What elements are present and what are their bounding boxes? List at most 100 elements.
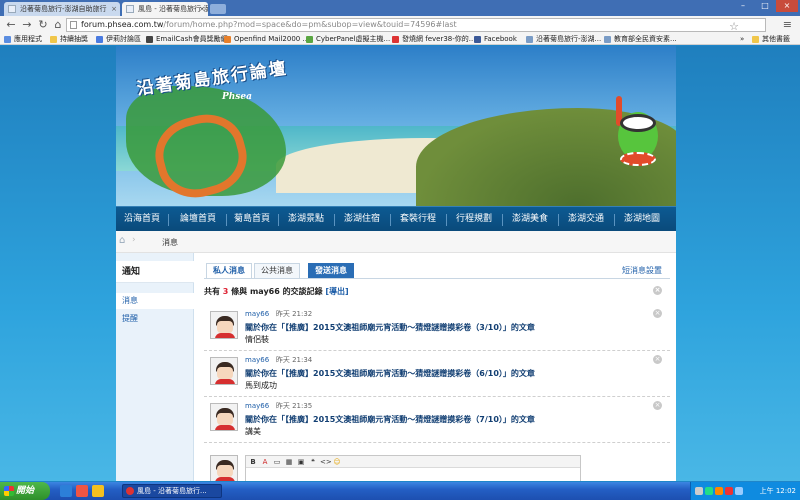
reload-icon[interactable]: ↻ bbox=[36, 18, 50, 32]
bookmark-item[interactable]: Openfind Mail2000 ... bbox=[224, 35, 309, 44]
bookmark-item[interactable]: Facebook bbox=[474, 35, 517, 44]
mascot-ring bbox=[620, 152, 656, 166]
nav-item[interactable]: 沿海首頁 bbox=[122, 207, 162, 232]
home-icon[interactable]: ⌂ bbox=[51, 18, 65, 32]
sidebar-item-messages[interactable]: 消息 bbox=[116, 293, 194, 309]
nav-item[interactable]: 澎湖景點 bbox=[282, 207, 330, 232]
clock[interactable]: 上午 12:02 bbox=[760, 486, 796, 496]
message-count: 3 bbox=[222, 287, 229, 296]
language-icon[interactable] bbox=[695, 487, 703, 495]
maximize-window-icon[interactable]: □ bbox=[754, 0, 776, 12]
table-icon[interactable]: ▦ bbox=[284, 457, 294, 467]
bookmark-item[interactable]: 教育部全民資安素... bbox=[604, 35, 677, 44]
close-icon[interactable]: × bbox=[653, 286, 662, 295]
message-settings-link[interactable]: 短消息設置 bbox=[622, 265, 662, 276]
summary-prefix: 共有 bbox=[204, 287, 220, 296]
delete-message-icon[interactable]: × bbox=[653, 401, 662, 410]
close-tab-icon[interactable]: × bbox=[199, 2, 205, 16]
bookmark-item-other[interactable]: 其他書籤 bbox=[752, 35, 790, 44]
browser-tab-active[interactable]: 風島 - 沿著菊島旅行-澎湖 × bbox=[122, 2, 208, 16]
summary-suffix: 的交談記錄 bbox=[282, 287, 323, 296]
message-title[interactable]: 關於你在「【推廣】2015文澳祖師廟元宵活動～猜燈謎贈摸彩卷（3/10）」的文章 bbox=[245, 322, 535, 333]
close-window-icon[interactable]: × bbox=[776, 0, 798, 12]
page-icon bbox=[70, 21, 77, 29]
image-icon[interactable]: ▭ bbox=[272, 457, 282, 467]
breadcrumb-current[interactable]: 消息 bbox=[162, 237, 178, 248]
code-icon[interactable]: <> bbox=[320, 457, 332, 467]
tray-app-icon[interactable] bbox=[735, 487, 743, 495]
ie-icon[interactable] bbox=[60, 485, 72, 497]
media-icon[interactable]: ▣ bbox=[296, 457, 306, 467]
chrome-icon[interactable] bbox=[92, 485, 104, 497]
send-message-button[interactable]: 發送消息 bbox=[308, 263, 354, 278]
bookmark-star-icon[interactable]: ☆ bbox=[729, 19, 739, 31]
message-title[interactable]: 關於你在「【推廣】2015文澳祖師廟元宵活動～猜燈謎贈摸彩卷（7/10）」的文章 bbox=[245, 414, 535, 425]
message-author[interactable]: may66 bbox=[245, 310, 269, 318]
back-icon[interactable]: ← bbox=[4, 18, 18, 32]
network-icon[interactable] bbox=[705, 487, 713, 495]
browser-tab[interactable]: 沿著菊島旅行-澎湖自助旅行 × bbox=[4, 2, 120, 16]
windows-taskbar: 開始 風島 - 沿著菊島旅行... 上午 12:02 bbox=[0, 482, 800, 500]
message-time: 昨天 21:34 bbox=[275, 356, 313, 364]
bookmarks-overflow[interactable]: » bbox=[740, 35, 744, 44]
nav-item[interactable]: 澎湖地圖 bbox=[618, 207, 666, 232]
bold-icon[interactable]: B bbox=[248, 457, 258, 467]
tab-private-messages[interactable]: 私人消息 bbox=[206, 263, 252, 279]
mascot-goggle bbox=[620, 114, 656, 132]
delete-message-icon[interactable]: × bbox=[653, 355, 662, 364]
site-icon bbox=[526, 36, 533, 43]
start-button[interactable]: 開始 bbox=[0, 482, 50, 500]
opera-icon[interactable] bbox=[76, 485, 88, 497]
nav-item[interactable]: 澎湖美食 bbox=[506, 207, 554, 232]
bookmark-item[interactable]: 應用程式 bbox=[4, 35, 42, 44]
bookmark-item[interactable]: EmailCash會員獎勵網 bbox=[146, 35, 228, 44]
taskbar-window-button[interactable]: 風島 - 沿著菊島旅行... bbox=[122, 484, 222, 498]
chrome-icon bbox=[126, 487, 134, 495]
font-color-icon[interactable]: A bbox=[260, 457, 270, 467]
site-icon bbox=[306, 36, 313, 43]
message-author[interactable]: may66 bbox=[245, 402, 269, 410]
breadcrumb: ⌂ › 消息 bbox=[116, 231, 676, 253]
nav-item[interactable]: 套裝行程 bbox=[394, 207, 442, 232]
quote-icon[interactable]: ❝ bbox=[308, 457, 318, 467]
address-bar[interactable]: forum.phsea.com.tw/forum/home.php?mod=sp… bbox=[66, 18, 766, 32]
smiley-icon[interactable]: ☺ bbox=[332, 457, 342, 467]
nav-item[interactable]: 菊島首頁 bbox=[230, 207, 274, 232]
message-title[interactable]: 關於你在「【推廣】2015文澳祖師廟元宵活動～猜燈謎贈摸彩卷（6/10）」的文章 bbox=[245, 368, 535, 379]
mascot-image bbox=[614, 94, 662, 174]
tab-title: 沿著菊島旅行-澎湖自助旅行 bbox=[20, 5, 107, 13]
bookmark-item[interactable]: 沿著菊島旅行-澎湖... bbox=[526, 35, 601, 44]
volume-icon[interactable] bbox=[715, 487, 723, 495]
message-item: may66 昨天 21:32 關於你在「【推廣】2015文澳祖師廟元宵活動～猜燈… bbox=[204, 305, 670, 351]
nav-item[interactable]: 論壇首頁 bbox=[174, 207, 222, 232]
avatar[interactable] bbox=[210, 311, 238, 339]
conversation-summary: 共有 3 條與 may66 的交談記錄 [導出] × bbox=[204, 286, 670, 300]
nav-item[interactable]: 澎湖交通 bbox=[562, 207, 610, 232]
bookmark-item[interactable]: 持續抽獎 bbox=[50, 35, 88, 44]
sidebar-title: 通知 bbox=[116, 261, 194, 283]
close-tab-icon[interactable]: × bbox=[111, 2, 117, 16]
reply-editor[interactable]: B A ▭ ▦ ▣ ❝ <> ☺ bbox=[245, 455, 581, 481]
bookmark-label: 其他書籤 bbox=[762, 35, 790, 43]
favicon-icon bbox=[8, 5, 16, 13]
home-icon[interactable]: ⌂ bbox=[119, 235, 125, 246]
minimize-window-icon[interactable]: – bbox=[732, 0, 754, 12]
url-host: forum.phsea.com.tw bbox=[81, 20, 164, 29]
avatar[interactable] bbox=[210, 403, 238, 431]
nav-item[interactable]: 澎湖住宿 bbox=[338, 207, 386, 232]
message-author[interactable]: may66 bbox=[245, 356, 269, 364]
sidebar-item-reminders[interactable]: 提醒 bbox=[116, 311, 194, 327]
delete-message-icon[interactable]: × bbox=[653, 309, 662, 318]
nav-item[interactable]: 行程規劃 bbox=[450, 207, 498, 232]
security-icon[interactable] bbox=[725, 487, 733, 495]
export-link[interactable]: [導出] bbox=[325, 287, 348, 296]
menu-icon[interactable]: ≡ bbox=[783, 18, 792, 32]
forward-icon[interactable]: → bbox=[20, 18, 34, 32]
new-tab-button[interactable] bbox=[210, 4, 226, 14]
bookmark-item[interactable]: 發燒網 fever38-你的... bbox=[392, 35, 475, 44]
page-viewport: 沿著菊島旅行論壇 Phsea 沿海首頁 論壇首頁 菊島首頁 澎湖景點 澎湖住宿 … bbox=[0, 46, 800, 481]
tab-public-messages[interactable]: 公共消息 bbox=[254, 263, 300, 278]
avatar[interactable] bbox=[210, 357, 238, 385]
bookmark-item[interactable]: 伊莉討論區 bbox=[96, 35, 141, 44]
bookmark-item[interactable]: CyberPanel虛擬主機... bbox=[306, 35, 390, 44]
